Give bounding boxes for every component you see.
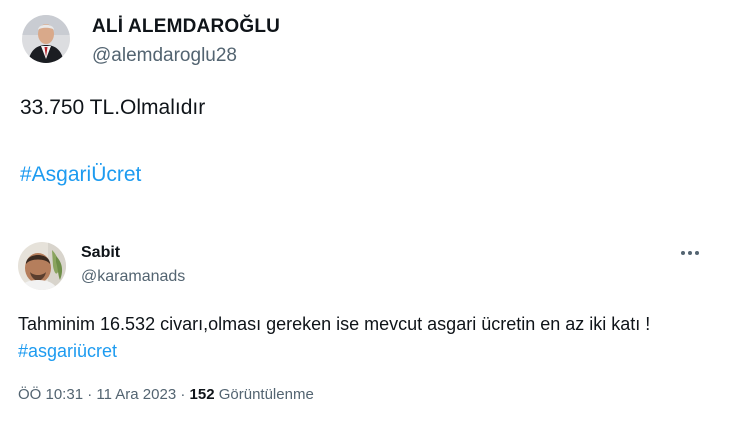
author-name[interactable]: Sabit — [81, 244, 120, 262]
reply-tweet[interactable]: Sabit @karamanads Tahminim 16.532 civarı… — [0, 225, 753, 437]
tweet-date[interactable]: 11 Ara 2023 — [96, 386, 176, 403]
more-options-icon[interactable] — [676, 241, 704, 265]
tweet-text: Tahminim 16.532 civarı,olması gereken is… — [18, 311, 718, 365]
author-name[interactable]: ALİ ALEMDAROĞLU — [92, 16, 280, 38]
tweet-time[interactable]: ÖÖ 10:31 — [18, 386, 83, 403]
tweet-text: 33.750 TL.Olmalıdır — [20, 96, 206, 119]
more-dot — [688, 251, 692, 255]
tweet-body: Tahminim 16.532 civarı,olması gereken is… — [18, 314, 651, 334]
views-count: 152 — [189, 386, 215, 403]
quoted-tweet[interactable]: ALİ ALEMDAROĞLU @alemdaroglu28 33.750 TL… — [0, 0, 753, 218]
author-handle[interactable]: @karamanads — [81, 268, 185, 286]
more-dot — [695, 251, 699, 255]
hashtag-link[interactable]: #AsgariÜcret — [20, 163, 141, 187]
author-avatar[interactable] — [22, 15, 70, 63]
meta-separator: · — [87, 386, 93, 403]
more-dot — [681, 251, 685, 255]
hashtag-link[interactable]: #asgariücret — [18, 341, 117, 361]
meta-separator: · — [180, 386, 186, 403]
views-label: Görüntülenme — [218, 386, 314, 403]
author-handle[interactable]: @alemdaroglu28 — [92, 45, 237, 67]
tweet-meta: ÖÖ 10:31 · 11 Ara 2023 · 152 Görüntülenm… — [18, 386, 314, 403]
author-avatar[interactable] — [18, 242, 66, 290]
